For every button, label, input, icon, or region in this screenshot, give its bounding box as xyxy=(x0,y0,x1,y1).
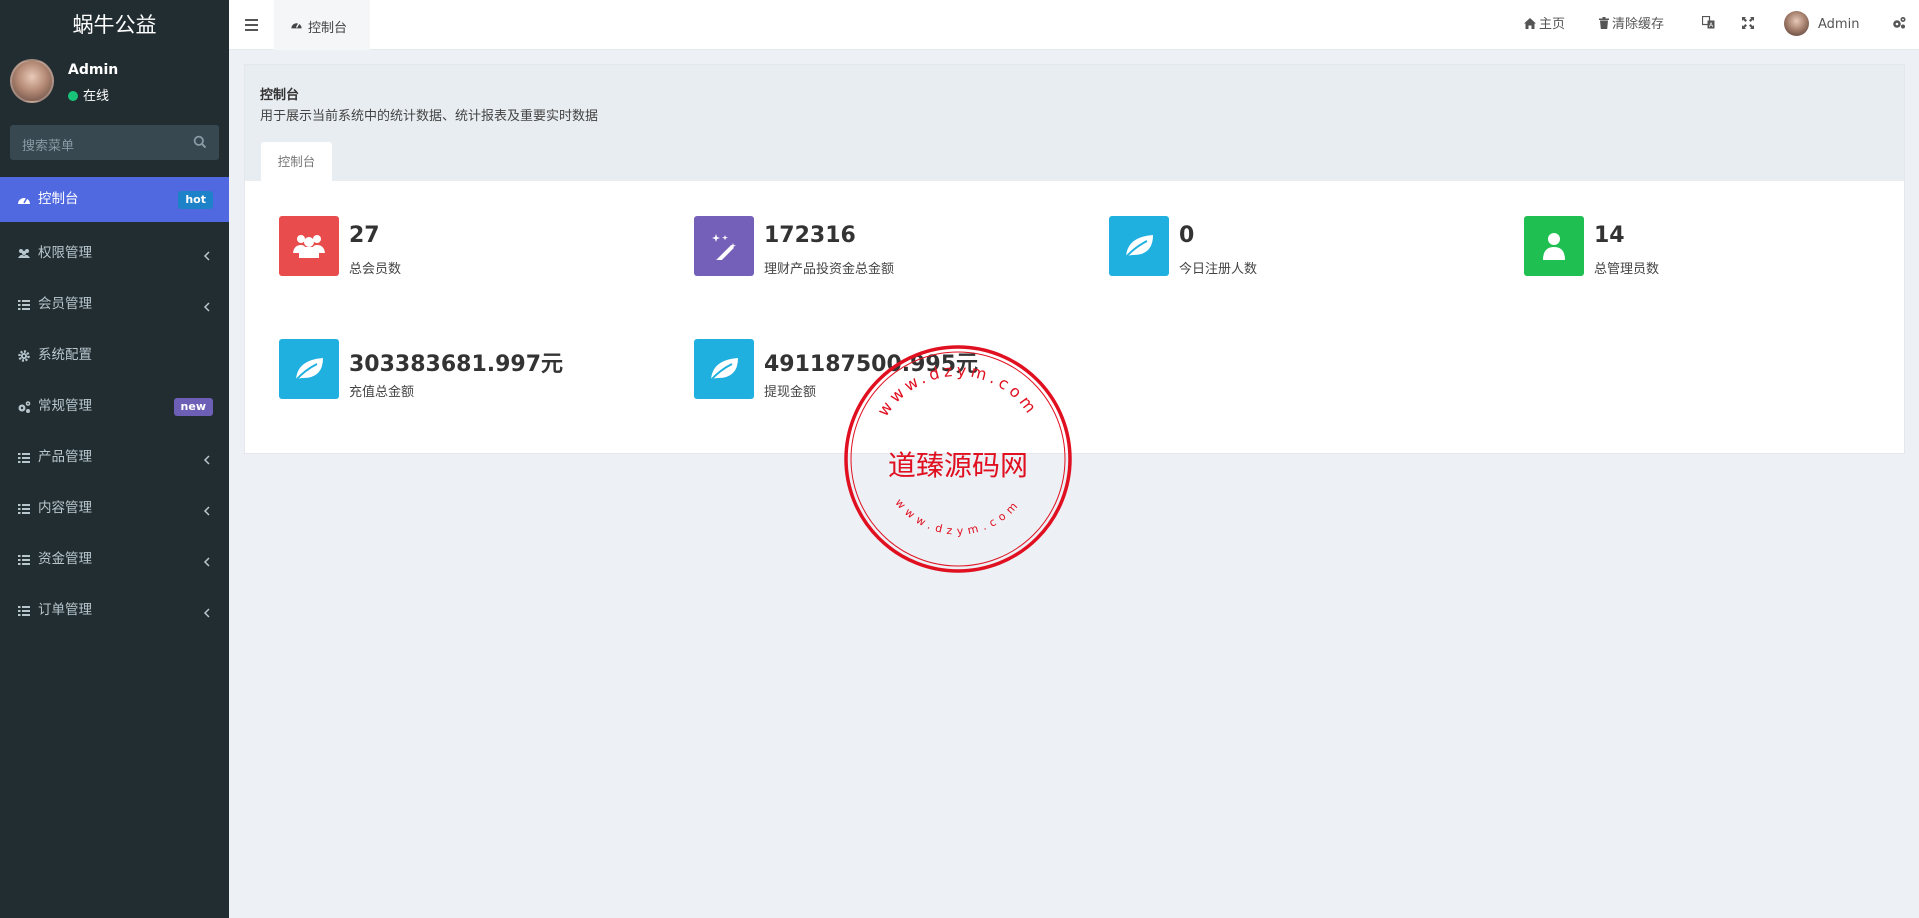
sidebar-item-funds[interactable]: 资金管理 xyxy=(0,534,229,585)
user-panel: Admin 在线 xyxy=(0,50,229,117)
sidebar-item-label: 订单管理 xyxy=(38,602,92,618)
leaf-icon xyxy=(710,358,738,381)
sidebar-item-orders[interactable]: 订单管理 xyxy=(0,585,229,636)
page-title: 控制台 xyxy=(260,88,300,103)
list-icon xyxy=(18,605,30,616)
app-logo[interactable]: 蜗牛公益 xyxy=(0,0,229,50)
home-link[interactable]: 主页 xyxy=(1524,0,1565,50)
stat-value: 172316 xyxy=(764,223,856,248)
stat-icon-box xyxy=(1524,216,1584,276)
online-dot-icon xyxy=(68,91,78,101)
magic-wand-icon xyxy=(712,234,736,260)
stat-label: 总管理员数 xyxy=(1594,262,1660,277)
chevron-left-icon xyxy=(203,607,210,618)
language-button[interactable]: A xyxy=(1701,0,1718,50)
dashboard-icon xyxy=(291,22,302,29)
tab-label: 控制台 xyxy=(308,21,348,36)
chevron-left-icon xyxy=(203,505,210,516)
panel-header: 控制台 用于展示当前系统中的统计数据、统计报表及重要实时数据 控制台 xyxy=(245,65,1904,181)
home-label: 主页 xyxy=(1539,17,1566,32)
topbar-avatar xyxy=(1784,11,1809,36)
users-icon xyxy=(18,248,30,258)
topbar: 控制台 主页 清除缓存 A Admin xyxy=(229,0,1919,50)
clear-cache-link[interactable]: 清除缓存 xyxy=(1599,0,1664,50)
chevron-left-icon xyxy=(203,454,210,465)
cogs-icon xyxy=(18,400,31,413)
user-avatar xyxy=(10,59,54,103)
watermark-text: 道臻源码网 xyxy=(888,449,1028,482)
watermark-ring-bottom: www.dzym.com xyxy=(892,496,1023,538)
page-description: 用于展示当前系统中的统计数据、统计报表及重要实时数据 xyxy=(260,109,599,124)
stat-label: 今日注册人数 xyxy=(1179,262,1258,277)
sidebar-item-label: 系统配置 xyxy=(38,347,92,363)
sidebar-item-products[interactable]: 产品管理 xyxy=(0,432,229,483)
settings-button[interactable] xyxy=(1892,0,1909,50)
clear-cache-label: 清除缓存 xyxy=(1612,17,1665,32)
tab-dashboard-content[interactable]: 控制台 xyxy=(261,142,332,181)
sidebar-item-label: 会员管理 xyxy=(38,296,92,312)
list-icon xyxy=(18,503,30,514)
home-icon xyxy=(1524,18,1536,29)
list-icon xyxy=(18,554,30,565)
sidebar-item-label: 常规管理 xyxy=(38,398,92,414)
sidebar-item-dashboard[interactable]: 控制台 hot xyxy=(0,177,229,222)
sidebar-item-label: 资金管理 xyxy=(38,551,92,567)
stat-value: 303383681.997元 xyxy=(349,352,564,377)
new-badge: new xyxy=(173,397,213,416)
sidebar-item-label: 产品管理 xyxy=(38,449,92,465)
search-placeholder: 搜索菜单 xyxy=(22,139,75,154)
sidebar-menu: 控制台 hot 权限管理 会员管理 系统配置 常规管理 new 产品管理 内容管… xyxy=(0,177,229,636)
user-icon xyxy=(1543,233,1565,260)
fullscreen-icon xyxy=(1742,17,1754,29)
chevron-left-icon xyxy=(203,250,210,261)
sidebar-item-content[interactable]: 内容管理 xyxy=(0,483,229,534)
dashboard-panel: 控制台 用于展示当前系统中的统计数据、统计报表及重要实时数据 控制台 27 总会… xyxy=(244,64,1905,454)
tab-dashboard[interactable]: 控制台 xyxy=(274,0,370,50)
fullscreen-button[interactable] xyxy=(1742,0,1757,50)
stat-label: 理财产品投资金总金额 xyxy=(764,262,895,277)
sidebar-item-label: 权限管理 xyxy=(38,245,92,261)
stat-icon-box xyxy=(279,216,339,276)
stat-label: 总会员数 xyxy=(349,262,402,277)
list-icon xyxy=(18,452,30,463)
user-status-text: 在线 xyxy=(83,89,110,104)
sidebar-item-permissions[interactable]: 权限管理 xyxy=(0,228,229,279)
sidebar-item-label: 控制台 xyxy=(38,191,79,207)
stat-value: 27 xyxy=(349,223,380,248)
trash-icon xyxy=(1599,17,1609,29)
sidebar-item-label: 内容管理 xyxy=(38,500,92,516)
chevron-left-icon xyxy=(203,301,210,312)
leaf-icon xyxy=(295,358,323,381)
stat-icon-box xyxy=(694,339,754,399)
menu-toggle-icon[interactable] xyxy=(245,19,258,31)
cog-icon xyxy=(18,349,30,362)
user-menu[interactable]: Admin xyxy=(1784,0,1859,50)
dashboard-icon xyxy=(18,197,30,204)
watermark-stamp: www.dzym.com 道臻源码网 www.dzym.com xyxy=(844,345,1072,573)
list-icon xyxy=(18,299,30,310)
sidebar-item-members[interactable]: 会员管理 xyxy=(0,279,229,330)
stat-label: 提现金额 xyxy=(764,385,817,400)
translate-icon: A xyxy=(1701,15,1715,29)
sidebar: 蜗牛公益 Admin 在线 搜索菜单 控制台 hot 权限管理 会员管理 系统配… xyxy=(0,0,229,918)
stat-value: 0 xyxy=(1179,223,1195,248)
stat-icon-box xyxy=(694,216,754,276)
cogs-icon xyxy=(1893,17,1906,29)
user-name: Admin xyxy=(68,62,119,78)
leaf-icon xyxy=(1125,235,1153,258)
search-icon[interactable] xyxy=(193,135,207,149)
users-icon xyxy=(293,235,325,258)
sidebar-item-system-config[interactable]: 系统配置 xyxy=(0,330,229,381)
stat-icon-box xyxy=(279,339,339,399)
stat-value: 14 xyxy=(1594,223,1625,248)
topbar-user-name: Admin xyxy=(1818,17,1860,32)
user-status: 在线 xyxy=(68,85,109,104)
search-input[interactable]: 搜索菜单 xyxy=(10,125,219,160)
hot-badge: hot xyxy=(178,190,213,209)
stat-icon-box xyxy=(1109,216,1169,276)
chevron-left-icon xyxy=(203,556,210,567)
sidebar-item-general[interactable]: 常规管理 new xyxy=(0,381,229,432)
stat-label: 充值总金额 xyxy=(349,385,415,400)
